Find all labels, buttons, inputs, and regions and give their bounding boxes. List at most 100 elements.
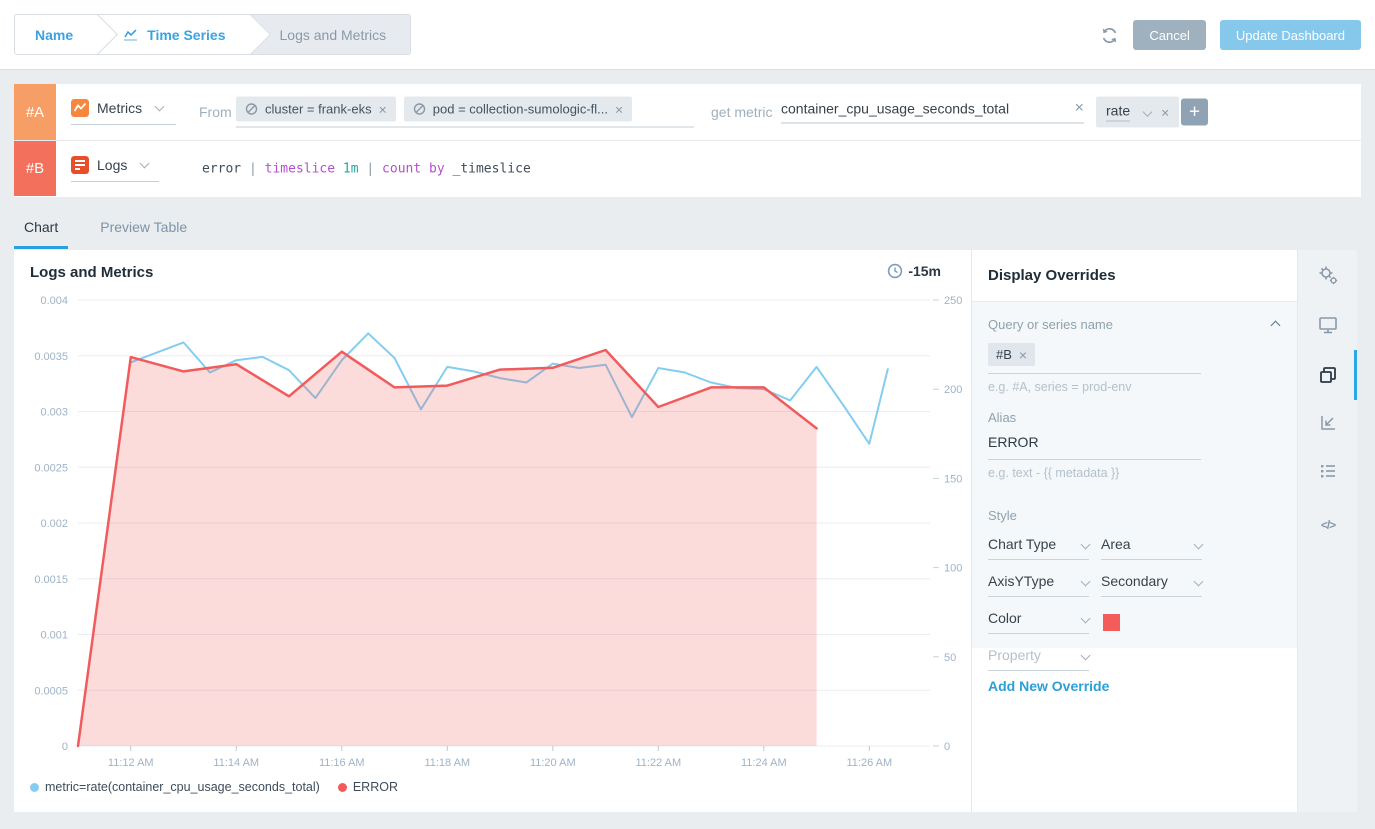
alias-label: Alias — [988, 410, 1281, 425]
svg-text:250: 250 — [944, 295, 962, 307]
alias-hint: e.g. text - {{ metadata }} — [988, 466, 1281, 480]
chevron-down-icon — [1194, 539, 1204, 549]
query-rows: #A Metrics From cluster = frank-eks × — [14, 84, 1361, 197]
chevron-down-icon — [1081, 576, 1091, 586]
svg-text:50: 50 — [944, 652, 956, 664]
query-series-input[interactable]: #B × — [988, 343, 1201, 374]
svg-text:200: 200 — [944, 384, 962, 396]
style-row-chart-type: Chart Type Area — [988, 536, 1281, 560]
svg-text:11:12 AM: 11:12 AM — [108, 757, 154, 769]
collapse-override-icon[interactable] — [1266, 316, 1281, 334]
general-settings-icon[interactable] — [1316, 263, 1340, 287]
filter-chip-pod[interactable]: pod = collection-sumologic-fl... × — [404, 97, 632, 122]
active-tool-indicator — [1354, 350, 1357, 400]
query-type-select-a[interactable]: Metrics — [71, 99, 176, 125]
display-overrides-icon[interactable] — [1316, 363, 1340, 387]
chart-type-value: Area — [1101, 536, 1131, 552]
breadcrumb: Name Time Series Logs and Metrics — [14, 14, 411, 55]
alias-input[interactable]: ERROR — [988, 434, 1201, 460]
exclude-icon — [413, 103, 426, 116]
chevron-down-icon — [155, 102, 165, 112]
operator-value: rate — [1106, 103, 1130, 122]
svg-text:11:22 AM: 11:22 AM — [635, 757, 681, 769]
add-operator-button[interactable]: + — [1181, 99, 1208, 126]
breadcrumb-name[interactable]: Name — [15, 15, 97, 54]
breadcrumb-name-label: Name — [35, 27, 73, 43]
get-metric-label: get metric — [711, 104, 772, 120]
logs-icon — [71, 156, 89, 174]
chart-type-select[interactable]: Chart Type — [988, 536, 1089, 560]
svg-text:0.002: 0.002 — [40, 518, 68, 530]
query-type-label-a: Metrics — [97, 100, 142, 116]
logs-query-input[interactable]: error | timeslice 1m | count by _timesli… — [202, 161, 531, 176]
legend-item-error[interactable]: ERROR — [338, 780, 398, 794]
update-dashboard-button[interactable]: Update Dashboard — [1220, 20, 1361, 50]
chevron-down-icon — [140, 158, 150, 168]
chevron-down-icon — [1081, 539, 1091, 549]
svg-text:11:24 AM: 11:24 AM — [741, 757, 787, 769]
svg-text:0.003: 0.003 — [40, 407, 68, 419]
axis-y-type-value-select[interactable]: Secondary — [1101, 573, 1202, 597]
tab-preview-table[interactable]: Preview Table — [90, 197, 197, 250]
cancel-button[interactable]: Cancel — [1133, 20, 1205, 50]
refresh-icon[interactable] — [1100, 26, 1119, 45]
breadcrumb-panel-title[interactable]: Logs and Metrics — [250, 15, 411, 54]
svg-text:11:20 AM: 11:20 AM — [530, 757, 576, 769]
chevron-down-icon — [1143, 107, 1153, 117]
timeseries-chart[interactable]: 00.00050.0010.00150.0020.00250.0030.0035… — [14, 250, 971, 812]
legend-item-metric[interactable]: metric=rate(container_cpu_usage_seconds_… — [30, 780, 320, 794]
axis-y-type-value: Secondary — [1101, 573, 1168, 589]
svg-text:0.0015: 0.0015 — [34, 574, 68, 586]
json-code-icon[interactable]: </> — [1316, 513, 1340, 537]
clear-metric-icon[interactable]: × — [1075, 104, 1084, 114]
chart-type-value-select[interactable]: Area — [1101, 536, 1202, 560]
add-new-override-link[interactable]: Add New Override — [988, 678, 1109, 694]
display-settings-icon[interactable] — [1316, 313, 1340, 337]
breadcrumb-time-series[interactable]: Time Series — [97, 15, 249, 54]
color-select[interactable]: Color — [988, 610, 1089, 634]
query-type-label-b: Logs — [97, 157, 127, 173]
svg-text:100: 100 — [944, 563, 962, 575]
chevron-down-icon — [1081, 650, 1091, 660]
svg-text:11:14 AM: 11:14 AM — [213, 757, 259, 769]
remove-filter-icon[interactable]: × — [379, 104, 387, 114]
remove-series-icon[interactable]: × — [1019, 350, 1027, 360]
legend-label-metric: metric=rate(container_cpu_usage_seconds_… — [45, 780, 320, 794]
color-swatch[interactable] — [1103, 614, 1120, 631]
metric-input[interactable]: container_cpu_usage_seconds_total × — [781, 101, 1084, 124]
display-overrides-panel: Display Overrides Query or series name #… — [971, 250, 1297, 812]
color-label: Color — [988, 610, 1021, 626]
svg-text:11:16 AM: 11:16 AM — [319, 757, 365, 769]
tab-chart[interactable]: Chart — [14, 197, 68, 250]
svg-text:0.0025: 0.0025 — [34, 462, 68, 474]
query-type-select-b[interactable]: Logs — [71, 156, 159, 182]
filter-chip-label: cluster = frank-eks — [265, 102, 372, 117]
from-label: From — [199, 104, 232, 120]
remove-operator-icon[interactable]: × — [1161, 107, 1169, 117]
filter-chip-cluster[interactable]: cluster = frank-eks × — [236, 97, 396, 122]
legend-settings-icon[interactable] — [1316, 459, 1340, 483]
exclude-icon — [245, 103, 258, 116]
legend-dot-blue — [30, 783, 39, 792]
side-toolbar: </> — [1297, 250, 1357, 812]
axis-y-type-select[interactable]: AxisYType — [988, 573, 1089, 597]
remove-filter-icon[interactable]: × — [615, 104, 623, 114]
operator-chip[interactable]: rate × — [1096, 97, 1179, 128]
axes-settings-icon[interactable] — [1316, 411, 1340, 435]
style-label: Style — [988, 508, 1281, 523]
series-chip-b[interactable]: #B × — [988, 343, 1035, 366]
axis-y-type-label: AxisYType — [988, 573, 1054, 589]
chart-type-label: Chart Type — [988, 536, 1056, 552]
chevron-down-icon — [1194, 576, 1204, 586]
svg-text:11:18 AM: 11:18 AM — [424, 757, 470, 769]
svg-text:11:26 AM: 11:26 AM — [846, 757, 892, 769]
query-badge-b: #B — [14, 141, 56, 196]
svg-text:0.001: 0.001 — [40, 630, 68, 642]
property-select[interactable]: Property — [988, 647, 1089, 671]
property-label: Property — [988, 647, 1041, 663]
top-actions: Cancel Update Dashboard — [1100, 20, 1361, 50]
style-row-axis-y-type: AxisYType Secondary — [988, 573, 1281, 597]
filter-chip-label: pod = collection-sumologic-fl... — [433, 102, 608, 117]
style-row-color: Color — [988, 610, 1281, 634]
svg-text:0.004: 0.004 — [40, 295, 68, 307]
